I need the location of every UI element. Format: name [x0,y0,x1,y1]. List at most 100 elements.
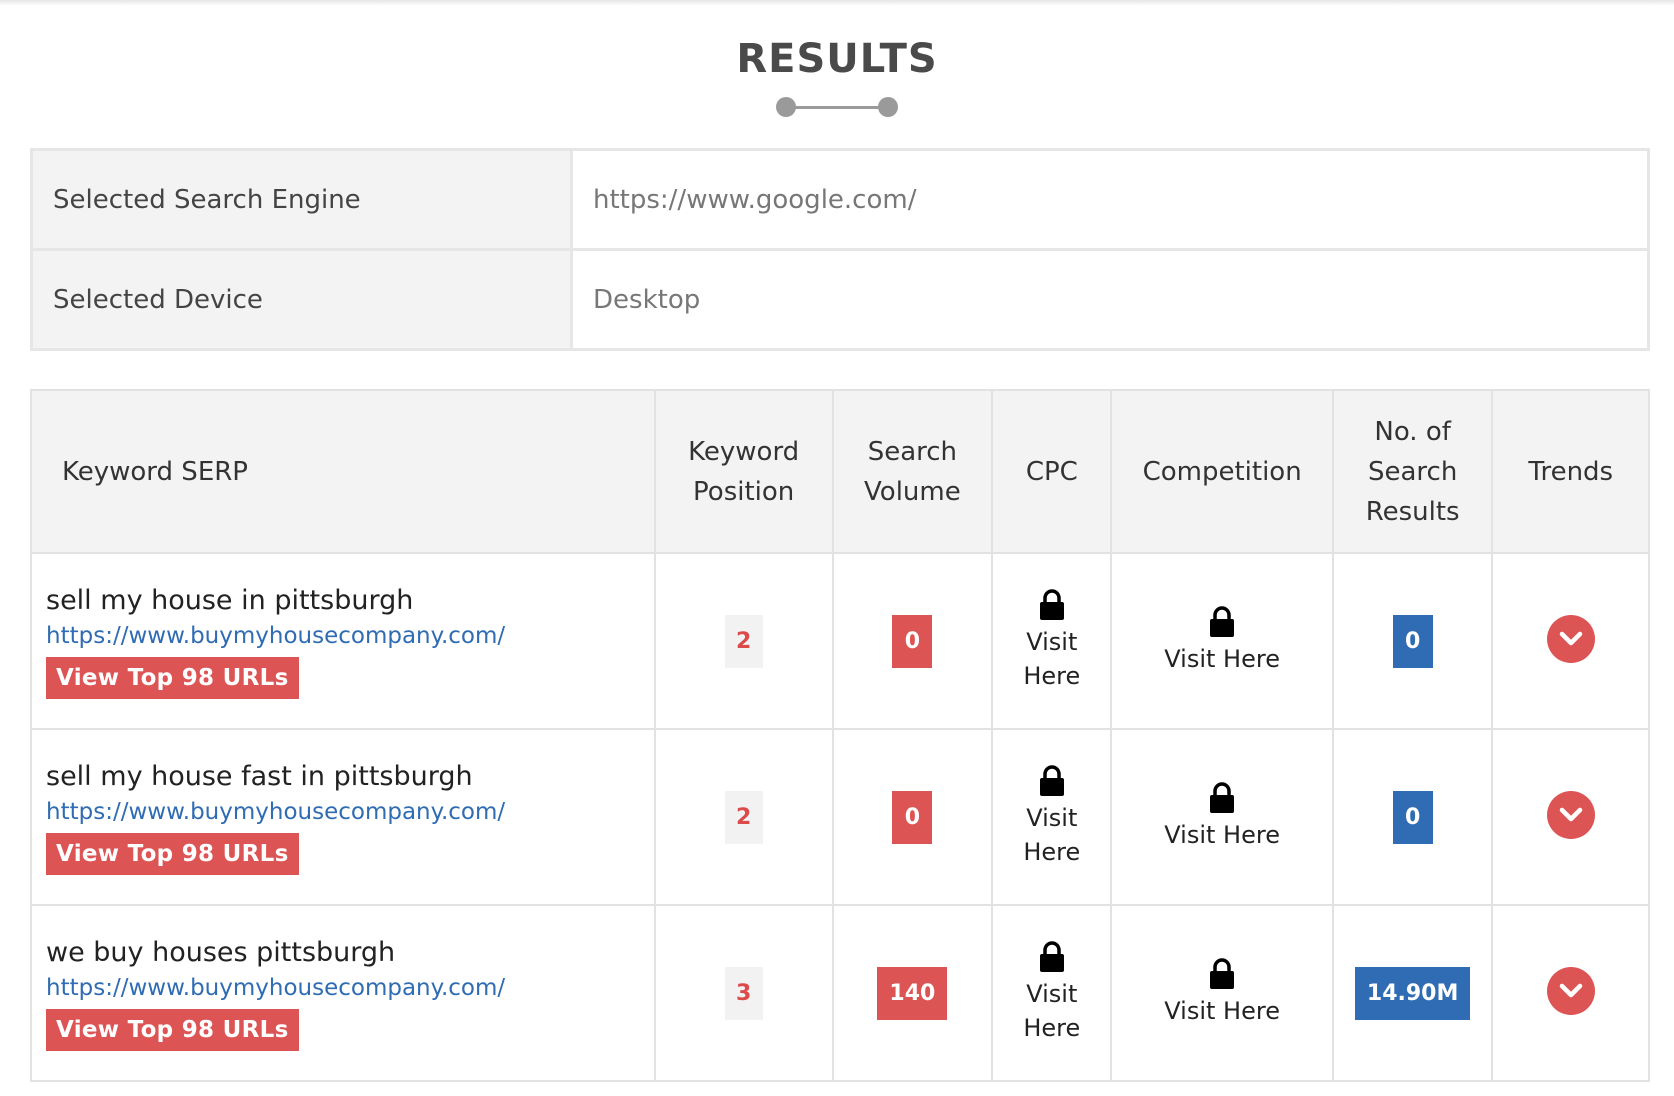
competition-cell: Visit Here [1110,552,1334,730]
results-cell: 0 [1331,552,1494,730]
table-header-row: Keyword SERP Keyword Position Search Vol… [30,389,1650,554]
divider-dot-right [878,97,898,117]
cpc-visit-line1: Visit [1026,628,1078,656]
position-cell: 2 [653,728,834,906]
trend-toggle-button[interactable] [1546,615,1595,663]
header-keyword: Keyword SERP [30,389,656,554]
cpc-cell: Visit Here [991,904,1113,1082]
device-value: Desktop [570,248,1650,351]
header-results: No. of Search Results [1331,389,1494,554]
header-position-line1: Keyword [688,436,800,467]
search-engine-label: Selected Search Engine [30,148,573,251]
position-badge: 2 [724,614,763,668]
view-top-urls-button[interactable]: View Top 98 URLs [46,833,299,875]
header-competition: Competition [1110,389,1334,554]
view-top-urls-button[interactable]: View Top 98 URLs [46,1009,299,1051]
cpc-visit-line1: Visit [1026,804,1078,832]
table-row: sell my house in pittsburgh https://www.… [30,552,1650,730]
lock-icon [1039,941,1064,972]
trends-cell [1491,904,1650,1082]
cpc-visit-link[interactable]: Visit Here [1022,941,1082,1045]
header-results-line2: Search [1367,456,1458,487]
keyword-url-link[interactable]: https://www.buymyhousecompany.com/ [46,795,505,829]
keyword-cell: we buy houses pittsburgh https://www.buy… [30,904,656,1082]
cpc-visit-text: Visit Here [1022,977,1082,1045]
trends-cell [1491,552,1650,730]
competition-visit-link[interactable]: Visit Here [1164,606,1280,676]
header-position-line2: Position [693,476,795,507]
trend-toggle-button[interactable] [1546,791,1595,839]
keyword-text: sell my house fast in pittsburgh [46,761,473,792]
cpc-visit-text: Visit Here [1022,625,1082,693]
volume-cell: 140 [831,904,994,1082]
cpc-cell: Visit Here [991,728,1113,906]
results-badge: 14.90M [1354,966,1471,1020]
keyword-cell: sell my house fast in pittsburgh https:/… [30,728,656,906]
lock-icon [1039,589,1064,620]
competition-visit-text: Visit Here [1164,821,1280,849]
keyword-text: we buy houses pittsburgh [46,937,396,968]
keyword-cell: sell my house in pittsburgh https://www.… [30,552,656,730]
competition-cell: Visit Here [1110,728,1334,906]
lock-icon [1210,782,1235,813]
keyword-url-link[interactable]: https://www.buymyhousecompany.com/ [46,971,505,1005]
title-divider [776,96,898,118]
cpc-visit-line2: Here [1023,662,1081,690]
chevron-down-icon [1559,807,1582,822]
results-badge: 0 [1392,614,1433,668]
volume-badge: 0 [892,614,933,668]
header-results-line3: Results [1365,496,1460,527]
lock-icon [1210,958,1235,989]
header-results-line1: No. of [1374,416,1451,447]
volume-cell: 0 [831,552,994,730]
volume-badge: 0 [892,790,933,844]
results-cell: 14.90M [1331,904,1494,1082]
header-volume-line2: Volume [864,476,961,507]
table-row: sell my house fast in pittsburgh https:/… [30,728,1650,906]
header-cpc: CPC [991,389,1113,554]
header-trends: Trends [1491,389,1650,554]
volume-badge: 140 [877,966,948,1020]
results-badge: 0 [1392,790,1433,844]
cpc-visit-link[interactable]: Visit Here [1022,589,1082,693]
divider-dot-left [776,97,796,117]
competition-visit-link[interactable]: Visit Here [1164,782,1280,852]
page-title: RESULTS [736,36,938,82]
position-badge: 3 [724,966,763,1020]
position-badge: 2 [724,790,763,844]
divider-line [786,106,888,109]
header-volume-line1: Search [867,436,958,467]
cpc-visit-line2: Here [1023,838,1081,866]
trend-toggle-button[interactable] [1546,967,1595,1015]
cpc-visit-line1: Visit [1026,980,1078,1008]
lock-icon [1210,606,1235,637]
table-row: we buy houses pittsburgh https://www.buy… [30,904,1650,1082]
settings-row-device: Selected Device Desktop [30,248,1650,351]
header-position: Keyword Position [653,389,834,554]
volume-cell: 0 [831,728,994,906]
chevron-down-icon [1559,631,1582,646]
keyword-url-link[interactable]: https://www.buymyhousecompany.com/ [46,619,505,653]
results-table: Keyword SERP Keyword Position Search Vol… [30,389,1650,1082]
chevron-down-icon [1559,983,1582,998]
search-engine-value: https://www.google.com/ [570,148,1650,251]
trends-cell [1491,728,1650,906]
cpc-visit-line2: Here [1023,1014,1081,1042]
competition-visit-link[interactable]: Visit Here [1164,958,1280,1028]
position-cell: 3 [653,904,834,1082]
cpc-visit-link[interactable]: Visit Here [1022,765,1082,869]
results-cell: 0 [1331,728,1494,906]
lock-icon [1039,765,1064,796]
settings-table: Selected Search Engine https://www.googl… [30,148,1650,351]
competition-visit-text: Visit Here [1164,997,1280,1025]
settings-row-search-engine: Selected Search Engine https://www.googl… [30,148,1650,251]
device-label: Selected Device [30,248,573,351]
position-cell: 2 [653,552,834,730]
competition-cell: Visit Here [1110,904,1334,1082]
competition-visit-text: Visit Here [1164,645,1280,673]
top-shadow [0,0,1674,6]
cpc-visit-text: Visit Here [1022,801,1082,869]
view-top-urls-button[interactable]: View Top 98 URLs [46,657,299,699]
header-volume: Search Volume [831,389,994,554]
keyword-text: sell my house in pittsburgh [46,585,414,616]
